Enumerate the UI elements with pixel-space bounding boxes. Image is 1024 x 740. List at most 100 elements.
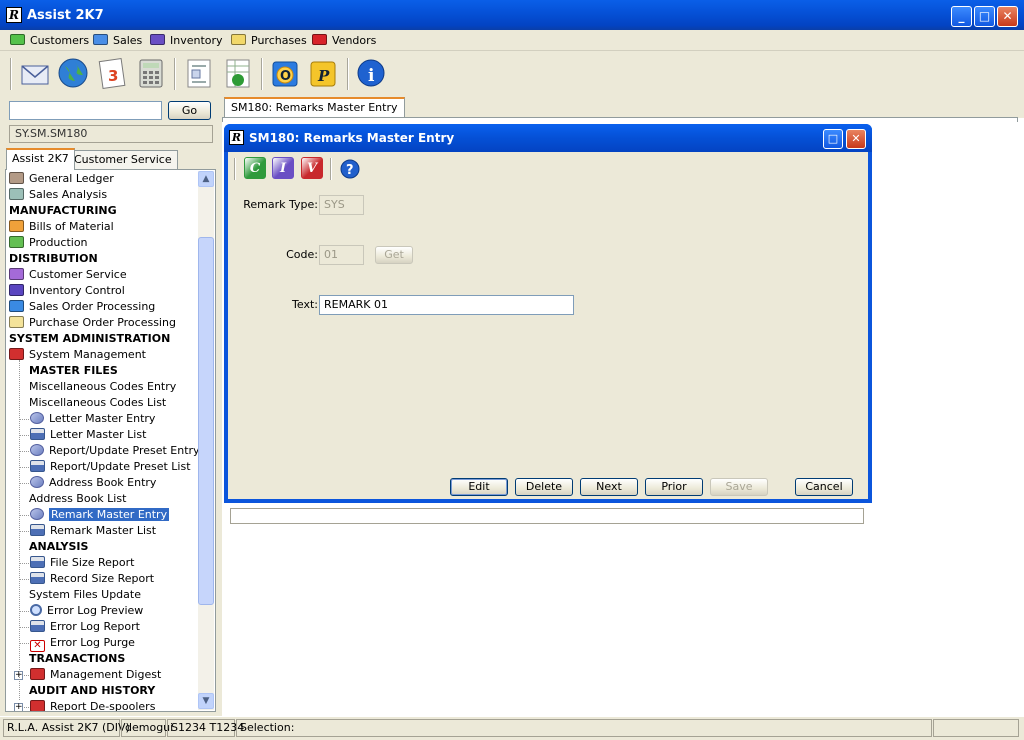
save-button[interactable]: Save xyxy=(710,478,768,496)
tree-item[interactable]: Sales Order Processing xyxy=(9,299,155,315)
menu-bar: Customers Sales Inventory Purchases Vend… xyxy=(0,30,1024,51)
menu-sales[interactable]: Sales xyxy=(93,33,142,49)
tree-item[interactable]: Letter Master List xyxy=(30,427,146,443)
tree-item-label: Inventory Control xyxy=(29,284,125,297)
tree-item[interactable]: Remark Master Entry xyxy=(30,507,170,523)
envelope-icon[interactable] xyxy=(19,57,51,89)
tree-item[interactable]: + Report De-spoolers xyxy=(14,699,155,711)
tree-section-header: TRANSACTIONS xyxy=(29,651,125,667)
tree-item[interactable]: Remark Master List xyxy=(30,523,156,539)
tree-item[interactable]: Bills of Material xyxy=(9,219,114,235)
code-field[interactable]: 01 xyxy=(319,245,364,265)
tree-connector xyxy=(19,435,29,436)
search-input[interactable] xyxy=(9,101,162,120)
tree-item[interactable]: Miscellaneous Codes Entry xyxy=(29,379,176,395)
app-title-bar: R Assist 2K7 _ □ ✕ xyxy=(0,0,1024,30)
menu-vendors[interactable]: Vendors xyxy=(312,33,376,49)
tree-item[interactable]: Error Log Report xyxy=(30,619,140,635)
remarks-master-dialog: R SM180: Remarks Master Entry □ ✕ C I V … xyxy=(224,124,872,524)
tree-item[interactable]: Customer Service xyxy=(9,267,127,283)
tree-item-label: Address Book Entry xyxy=(49,476,157,489)
tree-item[interactable]: Error Log Preview xyxy=(30,603,143,619)
tab-sm180[interactable]: SM180: Remarks Master Entry xyxy=(224,97,405,118)
tree-item[interactable]: Report/Update Preset List xyxy=(30,459,191,475)
folder-icon xyxy=(9,268,24,280)
screen-icon xyxy=(30,476,44,488)
dialog-title: SM180: Remarks Master Entry xyxy=(249,131,455,145)
tree-item[interactable]: Report/Update Preset Entry xyxy=(30,443,200,459)
prior-button[interactable]: Prior xyxy=(645,478,703,496)
text-field[interactable]: REMARK 01 xyxy=(319,295,574,315)
calculator-icon[interactable] xyxy=(135,57,167,89)
next-button[interactable]: Next xyxy=(580,478,638,496)
globe-icon[interactable] xyxy=(57,57,89,89)
tree-section-header: AUDIT AND HISTORY xyxy=(29,683,155,699)
tree-item[interactable]: ✕ Error Log Purge xyxy=(30,635,135,652)
form-icon[interactable] xyxy=(183,57,215,89)
go-button[interactable]: Go xyxy=(168,101,211,120)
tree-item[interactable]: Purchase Order Processing xyxy=(9,315,176,331)
toolbar-separator xyxy=(330,158,332,180)
tree-item[interactable]: File Size Report xyxy=(30,555,134,571)
expand-icon[interactable]: + xyxy=(14,703,23,711)
folder-icon xyxy=(9,300,24,312)
edit-button[interactable]: Edit xyxy=(450,478,508,496)
tree-item[interactable]: Sales Analysis xyxy=(9,187,107,203)
remark-type-field[interactable]: SYS xyxy=(319,195,364,215)
calendar-icon[interactable]: 3 xyxy=(96,57,128,89)
close-button[interactable]: ✕ xyxy=(997,6,1018,27)
tree-item-label: Letter Master Entry xyxy=(49,412,156,425)
v-icon[interactable]: V xyxy=(301,157,323,179)
menu-inventory[interactable]: Inventory xyxy=(150,33,223,49)
tab-customer-service[interactable]: Customer Service xyxy=(68,150,178,170)
tree-item[interactable]: Letter Master Entry xyxy=(30,411,155,427)
tree-connector xyxy=(19,419,29,420)
tree-item-label: Production xyxy=(29,236,88,249)
menu-purchases[interactable]: Purchases xyxy=(231,33,307,49)
tree-item[interactable]: System Files Update xyxy=(29,587,141,603)
printer-icon xyxy=(30,620,45,632)
scroll-thumb[interactable] xyxy=(198,237,214,605)
cancel-button[interactable]: Cancel xyxy=(795,478,853,496)
tree-item[interactable]: System Management xyxy=(9,347,146,363)
c-icon[interactable]: C xyxy=(244,157,266,179)
tree-item-label: General Ledger xyxy=(29,172,114,185)
delete-button[interactable]: Delete xyxy=(515,478,573,496)
tree-item-label: Report/Update Preset List xyxy=(50,460,191,473)
tab-assist-2k7[interactable]: Assist 2K7 xyxy=(6,148,75,170)
scroll-up-button[interactable]: ▲ xyxy=(198,171,214,187)
folder-icon xyxy=(9,236,24,248)
outlook-icon[interactable]: O xyxy=(270,57,302,89)
tree-item[interactable]: Record Size Report xyxy=(30,571,154,587)
tree-item-label: Report/Update Preset Entry xyxy=(49,444,200,457)
folder-icon xyxy=(312,34,327,45)
minimize-button[interactable]: _ xyxy=(951,6,972,27)
maximize-button[interactable]: □ xyxy=(974,6,995,27)
publisher-icon[interactable]: P xyxy=(308,57,340,89)
tree-connector xyxy=(19,531,29,532)
tree-item[interactable]: + Management Digest xyxy=(14,667,161,683)
dialog-maximize-button[interactable]: □ xyxy=(823,129,843,149)
tree-item-label: Error Log Preview xyxy=(47,604,144,617)
screen-icon xyxy=(30,412,44,424)
tree-section-header: SYSTEM ADMINISTRATION xyxy=(9,331,170,347)
tree-item[interactable]: Inventory Control xyxy=(9,283,125,299)
dialog-close-button[interactable]: ✕ xyxy=(846,129,866,149)
tree-item[interactable]: Production xyxy=(9,235,88,251)
dialog-title-bar: R SM180: Remarks Master Entry □ ✕ xyxy=(224,124,872,152)
tree-item[interactable]: General Ledger xyxy=(9,171,114,187)
info-icon[interactable]: i xyxy=(355,57,387,89)
tree-item[interactable]: Address Book Entry xyxy=(30,475,156,491)
spreadsheet-icon[interactable] xyxy=(222,57,254,89)
menu-customers[interactable]: Customers xyxy=(10,33,89,49)
tree-scrollbar[interactable]: ▲ ▼ xyxy=(198,171,214,710)
i-icon[interactable]: I xyxy=(272,157,294,179)
tree-item[interactable]: Address Book List xyxy=(29,491,126,507)
tree-item[interactable]: Miscellaneous Codes List xyxy=(29,395,166,411)
toolbar-separator xyxy=(174,58,176,90)
magnifier-icon xyxy=(30,604,42,616)
scroll-down-button[interactable]: ▼ xyxy=(198,693,214,709)
get-button[interactable]: Get xyxy=(375,246,413,264)
dialog-body: C I V ? Remark Type: SYS Code: 01 Get Te… xyxy=(228,152,868,524)
help-icon[interactable]: ? xyxy=(340,159,360,182)
